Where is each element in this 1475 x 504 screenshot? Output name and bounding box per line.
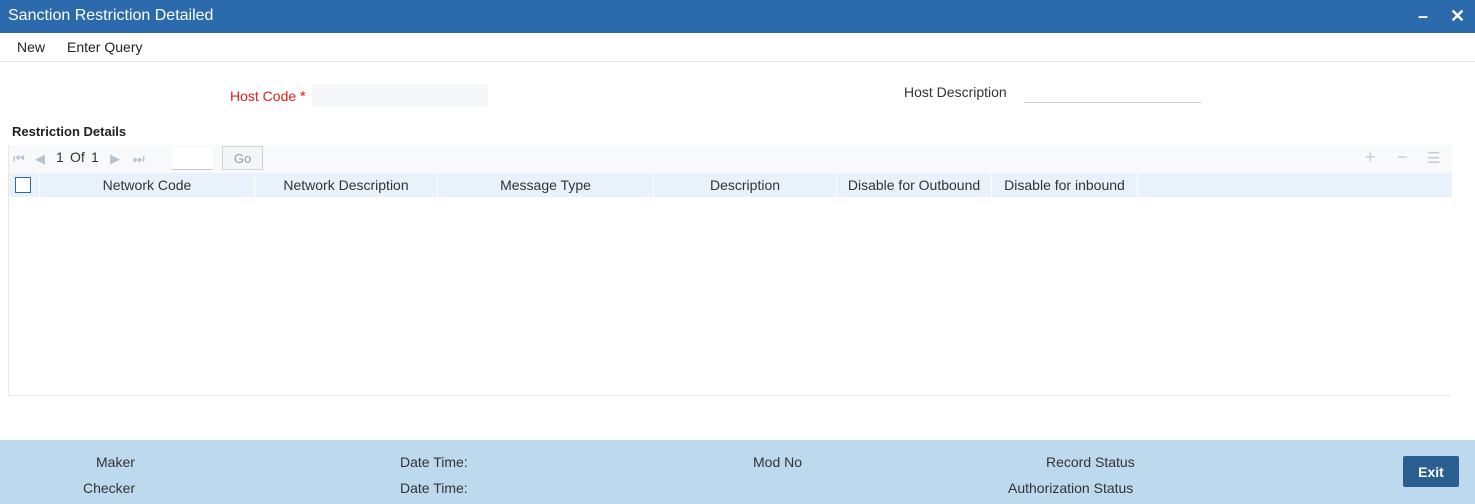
add-row-icon[interactable]: +	[1365, 147, 1376, 168]
grid-pager: ⏮ ◀ 1 Of 1 ▶ ⏭ Go + − ☰	[9, 145, 1452, 173]
column-header-disable-inbound[interactable]: Disable for inbound	[992, 173, 1138, 197]
column-header-network-code[interactable]: Network Code	[40, 173, 255, 197]
close-icon[interactable]: ✕	[1450, 5, 1465, 27]
new-button[interactable]: New	[17, 39, 45, 55]
checker-date-time-label: Date Time:	[400, 480, 468, 496]
page-of-label: Of	[70, 149, 85, 165]
last-page-icon[interactable]: ⏭	[133, 151, 145, 167]
mod-no-label: Mod No	[753, 454, 803, 470]
select-all-cell	[9, 173, 40, 197]
total-pages: 1	[91, 149, 99, 165]
audit-footer: Maker Checker Date Time: Date Time: Mod …	[0, 440, 1475, 504]
restriction-details-title: Restriction Details	[12, 124, 127, 139]
host-code-input[interactable]	[312, 84, 488, 107]
go-button[interactable]: Go	[222, 146, 263, 170]
column-header-message-type[interactable]: Message Type	[438, 173, 654, 197]
host-code-label: Host Code *	[230, 88, 306, 105]
single-view-icon[interactable]: ☰	[1427, 149, 1440, 167]
title-bar: Sanction Restriction Detailed – ✕	[0, 0, 1475, 33]
column-header-network-description[interactable]: Network Description	[255, 173, 438, 197]
first-page-icon[interactable]: ⏮	[13, 151, 25, 167]
select-all-checkbox[interactable]	[15, 177, 31, 193]
exit-button[interactable]: Exit	[1403, 456, 1459, 487]
host-description-input[interactable]	[1024, 80, 1201, 103]
column-header-description[interactable]: Description	[654, 173, 837, 197]
minimize-icon[interactable]: –	[1418, 5, 1428, 27]
checker-label: Checker	[83, 480, 136, 496]
record-status-label: Record Status	[1046, 454, 1135, 470]
maker-label: Maker	[96, 454, 135, 470]
enter-query-button[interactable]: Enter Query	[67, 39, 142, 55]
page-number-input[interactable]	[172, 146, 213, 170]
required-marker: *	[300, 88, 306, 105]
restriction-details-grid: ⏮ ◀ 1 Of 1 ▶ ⏭ Go + − ☰ Network Code Net…	[8, 145, 1452, 396]
next-page-icon[interactable]: ▶	[110, 151, 120, 167]
host-description-label: Host Description	[904, 84, 1007, 100]
toolbar: New Enter Query	[0, 33, 1475, 62]
previous-page-icon[interactable]: ◀	[35, 151, 45, 167]
maker-date-time-label: Date Time:	[400, 454, 468, 470]
column-header-disable-outbound[interactable]: Disable for Outbound	[837, 173, 992, 197]
delete-row-icon[interactable]: −	[1397, 147, 1408, 168]
window-title: Sanction Restriction Detailed	[8, 7, 214, 24]
authorization-status-label: Authorization Status	[1008, 480, 1134, 496]
grid-header-row: Network Code Network Description Message…	[9, 173, 1452, 197]
current-page: 1	[56, 149, 64, 165]
